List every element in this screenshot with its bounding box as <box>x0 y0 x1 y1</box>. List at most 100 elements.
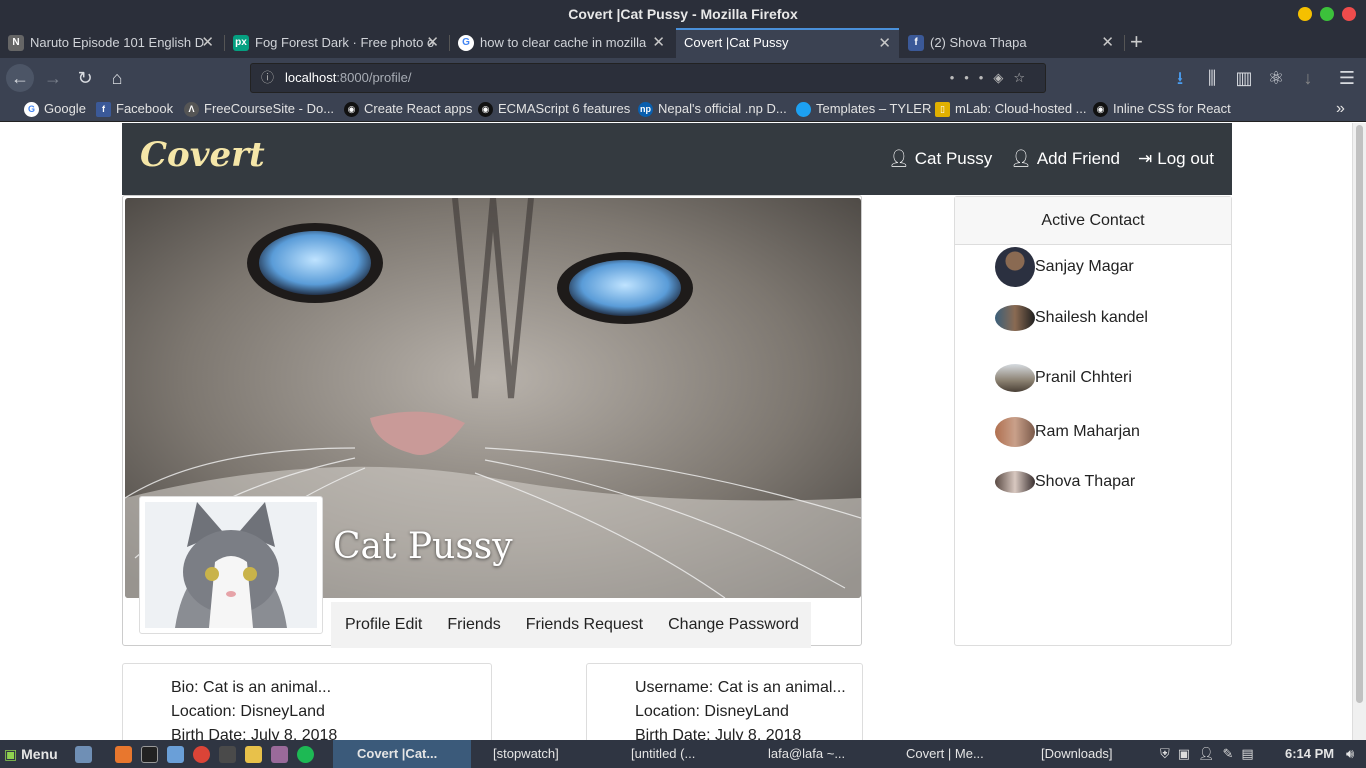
bookmark-templates-tyler[interactable]: Templates – TYLER <box>796 98 931 122</box>
page-scrollbar[interactable] <box>1352 123 1366 740</box>
extension-icon[interactable]: ↓ <box>1294 64 1322 92</box>
back-arrow-icon[interactable]: ← <box>6 64 34 92</box>
close-icon[interactable]: ✕ <box>426 28 439 58</box>
contact-avatar <box>995 471 1035 493</box>
os-taskbar: ▣ Menu Covert |Cat... [stopwatch] [untit… <box>0 740 1366 768</box>
birthdate-text: Birth Date: July 8, 2018 <box>171 727 338 740</box>
profile-card: Cat Pussy Profile Edit Friends Friends R… <box>122 195 862 648</box>
close-icon[interactable]: ✕ <box>1101 28 1114 58</box>
taskbar-window-stopwatch[interactable]: [stopwatch] <box>477 740 559 768</box>
profile-name: Cat Pussy <box>333 526 513 567</box>
taskbar-window-terminal[interactable]: lafa@lafa ~... <box>750 740 845 768</box>
bookmark-inline-css[interactable]: ◉ Inline CSS for React <box>1093 98 1231 122</box>
window-titlebar: Covert |Cat Pussy - Mozilla Firefox <box>0 0 1366 28</box>
library-icon[interactable]: ⫼ <box>1198 64 1226 92</box>
pexels-favicon-icon: px <box>233 35 249 51</box>
show-desktop-icon[interactable] <box>75 746 92 763</box>
tab-friends-request[interactable]: Friends Request <box>526 616 643 634</box>
location-text: Location: DisneyLand <box>635 703 789 720</box>
mlab-icon: ▯ <box>935 102 950 117</box>
browser-tab[interactable]: G how to clear cache in mozilla ✕ <box>450 28 673 58</box>
contact-name: Pranil Chhteri <box>1035 369 1132 386</box>
contact-item[interactable]: Sanjay Magar <box>995 247 1134 287</box>
nav-profile-link[interactable]: 👤︎ Cat Pussy <box>888 149 992 169</box>
hamburger-menu-icon[interactable]: ☰ <box>1333 64 1361 92</box>
more-icon[interactable]: ••• <box>950 70 994 85</box>
contact-item[interactable]: Shova Thapar <box>995 471 1135 493</box>
google-favicon-icon: G <box>458 35 474 51</box>
minimize-button[interactable] <box>1298 7 1312 21</box>
browser-tabbar: N Naruto Episode 101 English D ✕ px Fog … <box>0 28 1366 58</box>
contact-item[interactable]: Shailesh kandel <box>995 305 1148 331</box>
bookmark-create-react-apps[interactable]: ◉ Create React apps <box>344 98 472 122</box>
profile-avatar[interactable] <box>139 496 323 634</box>
bookmark-label: Nepal's official .np D... <box>658 101 787 116</box>
account-info-card: Username: Cat is an animal... Location: … <box>586 663 863 740</box>
reload-icon[interactable]: ↻ <box>71 64 99 92</box>
tab-change-password[interactable]: Change Password <box>668 616 799 634</box>
bookmark-facebook[interactable]: f Facebook <box>96 98 173 122</box>
terminal-launcher-icon[interactable] <box>141 746 158 763</box>
contact-item[interactable]: Ram Maharjan <box>995 417 1140 447</box>
browser-tab[interactable]: f (2) Shova Thapa ✕ <box>900 28 1122 58</box>
tab-label: Covert |Cat Pussy <box>684 35 789 50</box>
browser-tab[interactable]: N Naruto Episode 101 English D ✕ <box>0 28 222 58</box>
tab-friends[interactable]: Friends <box>447 616 500 634</box>
volume-icon[interactable]: 🔊︎ <box>1346 740 1354 768</box>
folder-launcher-icon[interactable] <box>245 746 262 763</box>
taskbar-window-covert[interactable]: Covert |Cat... <box>333 740 471 768</box>
star-icon[interactable]: ☆ <box>1013 70 1035 85</box>
nav-add-friend-link[interactable]: 👤︎ Add Friend <box>1010 149 1120 169</box>
contact-avatar <box>995 417 1035 447</box>
bookmarks-overflow-icon[interactable]: » <box>1336 98 1345 122</box>
close-window-button[interactable] <box>1342 7 1356 21</box>
files-launcher-icon[interactable] <box>167 746 184 763</box>
url-bar[interactable]: ⓘ localhost:8000/profile/ •••◈☆ <box>250 63 1046 93</box>
taskbar-window-downloads[interactable]: [Downloads] <box>1023 740 1113 768</box>
window-title: Covert |Cat Pussy - Mozilla Firefox <box>568 6 798 22</box>
react-devtools-icon[interactable]: ⚛ <box>1262 64 1290 92</box>
contact-avatar <box>995 364 1035 392</box>
birthdate-text: Birth Date: July 8, 2018 <box>635 727 802 740</box>
home-icon[interactable]: ⌂ <box>103 64 131 92</box>
bookmark-nepal-np[interactable]: np Nepal's official .np D... <box>638 98 787 122</box>
sublime-launcher-icon[interactable] <box>219 746 236 763</box>
maximize-button[interactable] <box>1320 7 1334 21</box>
scrollbar-thumb[interactable] <box>1356 125 1363 703</box>
browser-tab[interactable]: px Fog Forest Dark · Free photo o ✕ <box>225 28 447 58</box>
bookmark-google[interactable]: G Google <box>24 98 86 122</box>
firefox-launcher-icon[interactable] <box>115 746 132 763</box>
info-icon[interactable]: ⓘ <box>261 64 274 92</box>
contact-item[interactable]: Pranil Chhteri <box>995 364 1132 392</box>
pocket-icon[interactable]: ◈ <box>993 70 1013 85</box>
user-icon: 👤︎ <box>1010 149 1032 168</box>
bookmark-mlab[interactable]: ▯ mLab: Cloud-hosted ... <box>935 98 1087 122</box>
media-launcher-icon[interactable] <box>271 746 288 763</box>
sidebar-icon[interactable]: ▥ <box>1230 64 1258 92</box>
taskbar-window-label: [untitled (... <box>631 746 696 761</box>
forward-arrow-icon[interactable]: → <box>39 64 67 92</box>
bookmark-label: Templates – TYLER <box>816 101 932 116</box>
download-icon[interactable]: ⭳ <box>1166 64 1194 92</box>
tab-profile-edit[interactable]: Profile Edit <box>345 616 422 634</box>
chrome-launcher-icon[interactable] <box>193 746 210 763</box>
bookmark-freecoursesite[interactable]: Λ FreeCourseSite - Do... <box>184 98 334 122</box>
tray-icons[interactable]: ⛨▣👤︎✎▤ <box>1160 740 1262 768</box>
close-icon[interactable]: ✕ <box>878 30 891 58</box>
spotify-launcher-icon[interactable] <box>297 746 314 763</box>
taskbar-window-untitled[interactable]: [untitled (... <box>613 740 695 768</box>
taskbar-window-label: Covert | Me... <box>906 746 984 761</box>
bookmark-ecmascript[interactable]: ◉ ECMAScript 6 features <box>478 98 630 122</box>
site-brand-logo[interactable]: Covert <box>140 135 265 175</box>
clock[interactable]: 6:14 PM <box>1285 740 1334 768</box>
nav-logout-link[interactable]: ⇥ Log out <box>1138 149 1214 169</box>
taskbar-window-label: lafa@lafa ~... <box>768 746 846 761</box>
close-icon[interactable]: ✕ <box>652 28 665 58</box>
site-navbar: Covert 👤︎ Cat Pussy 👤︎ Add Friend ⇥ Log out <box>122 123 1232 195</box>
close-icon[interactable]: ✕ <box>201 28 214 58</box>
browser-tab-active[interactable]: Covert |Cat Pussy ✕ <box>676 28 899 58</box>
start-menu-button[interactable]: ▣ Menu <box>4 740 58 768</box>
taskbar-window-covert-me[interactable]: Covert | Me... <box>886 740 984 768</box>
new-tab-button[interactable]: + <box>1130 30 1143 54</box>
bookmark-label: ECMAScript 6 features <box>498 101 631 116</box>
